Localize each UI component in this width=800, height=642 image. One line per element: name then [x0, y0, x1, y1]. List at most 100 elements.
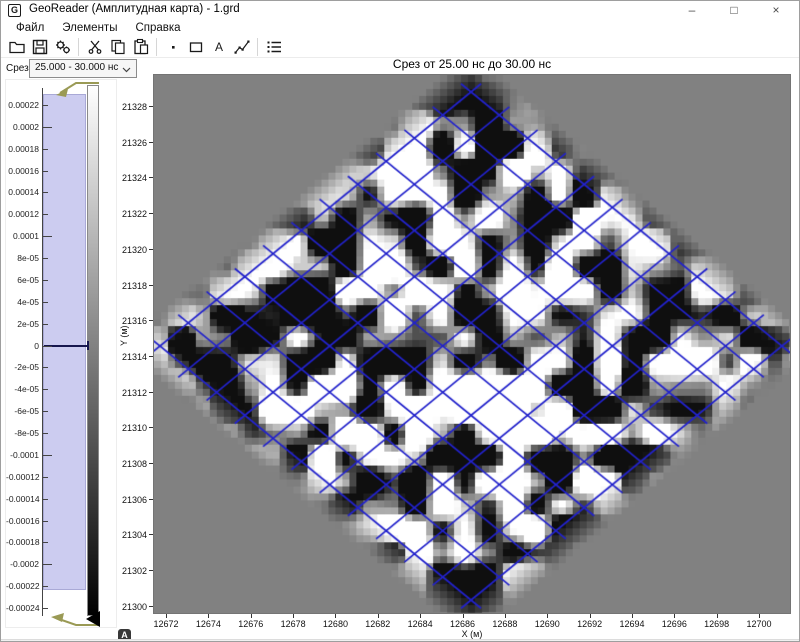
colorbar-tick-mark — [43, 564, 52, 565]
colorbar-tick-label: 4e-05 — [6, 297, 39, 307]
x-tick-mark — [378, 614, 379, 618]
colorbar-tick-label: -0.00018 — [6, 537, 39, 547]
x-tick-mark — [547, 614, 548, 618]
copy-icon — [109, 38, 127, 56]
open-folder-icon — [8, 38, 26, 56]
y-tick-label: 21310 — [113, 423, 147, 433]
x-tick-label: 12700 — [739, 619, 779, 629]
colorbar-tick-mark — [43, 411, 48, 412]
min-marker-arrow-icon — [56, 618, 98, 625]
y-tick-mark — [149, 213, 153, 214]
colorbar-tick-label: -4e-05 — [6, 384, 39, 394]
colorbar-tick-label: 0.00012 — [6, 209, 39, 219]
toolbar-button-list-view[interactable] — [262, 37, 285, 58]
colorbar-tick-label: -0.00014 — [6, 494, 39, 504]
menu-item-help[interactable]: Справка — [126, 21, 189, 35]
x-tick-label: 12674 — [188, 619, 228, 629]
y-tick-label: 21322 — [113, 209, 147, 219]
toolbar-button-rectangle-tool[interactable] — [184, 37, 207, 58]
colorbar-tick-mark — [43, 455, 52, 456]
app-window: G GeoReader (Амплитудная карта) - 1.grd … — [0, 0, 800, 642]
toolbar-button-cut-scissors[interactable] — [83, 37, 106, 58]
toolbar-button-save[interactable] — [28, 37, 51, 58]
text-tool-icon: A — [210, 38, 228, 56]
toolbar-button-open-folder[interactable] — [5, 37, 28, 58]
slice-combobox-value: 25.000 - 30.000 нс — [35, 62, 118, 73]
y-tick-mark — [149, 463, 153, 464]
x-tick-mark — [759, 614, 760, 618]
y-tick-label: 21300 — [113, 602, 147, 612]
colorbar-tick-mark — [43, 171, 48, 172]
list-view-icon — [265, 38, 283, 56]
x-tick-label: 12690 — [527, 619, 567, 629]
toolbar: A — [1, 36, 799, 58]
histogram-zero-spike-end — [87, 341, 89, 350]
y-tick-label: 21326 — [113, 138, 147, 148]
svg-text:A: A — [214, 40, 222, 54]
close-button[interactable]: × — [755, 1, 797, 21]
maximize-button[interactable]: □ — [713, 1, 755, 21]
amplitude-map-canvas[interactable] — [153, 74, 791, 614]
toolbar-button-paste[interactable] — [129, 37, 152, 58]
menu-item-file[interactable]: Файл — [7, 21, 53, 35]
toolbar-button-copy[interactable] — [106, 37, 129, 58]
colorbar-tick-mark — [43, 499, 48, 500]
x-tick-mark — [166, 614, 167, 618]
y-tick-mark — [149, 606, 153, 607]
y-tick-mark — [149, 142, 153, 143]
colorbar-tick-label: -0.00024 — [6, 603, 39, 613]
histogram-area — [43, 94, 86, 590]
colorbar-tick-label: 0.00018 — [6, 144, 39, 154]
x-tick-mark — [420, 614, 421, 618]
colorbar-tick-mark — [43, 608, 48, 609]
x-tick-mark — [717, 614, 718, 618]
x-tick-label: 12686 — [443, 619, 483, 629]
colorbar-tick-label: -8e-05 — [6, 428, 39, 438]
colorbar-tick-label: 2e-05 — [6, 319, 39, 329]
settings-gears-icon — [54, 38, 72, 56]
x-tick-label: 12676 — [231, 619, 271, 629]
y-tick-mark — [149, 534, 153, 535]
y-tick-mark — [149, 249, 153, 250]
x-tick-label: 12698 — [697, 619, 737, 629]
app-icon: G — [8, 4, 21, 17]
colorbar-tick-label: 0 — [6, 341, 39, 351]
colorbar-tick-label: 0.0001 — [6, 231, 39, 241]
colorbar-panel: 0.000220.00020.000180.000160.000140.0001… — [5, 79, 117, 628]
x-tick-mark — [251, 614, 252, 618]
plot-title: Срез от 25.00 нс до 30.00 нс — [153, 57, 791, 71]
x-tick-mark — [505, 614, 506, 618]
toolbar-button-settings-gears[interactable] — [51, 37, 74, 58]
colorbar-tick-mark — [43, 105, 48, 106]
x-tick-label: 12678 — [273, 619, 313, 629]
y-tick-label: 21306 — [113, 495, 147, 505]
x-tick-label: 12672 — [146, 619, 186, 629]
y-tick-mark — [149, 570, 153, 571]
colorbar-tick-label: 0.00016 — [6, 166, 39, 176]
x-tick-label: 12692 — [570, 619, 610, 629]
y-tick-mark — [149, 356, 153, 357]
colorbar-tick-label: -0.00022 — [6, 581, 39, 591]
colorbar-tick-mark — [43, 149, 48, 150]
x-axis-label: X (м) — [153, 629, 791, 639]
colorbar-axis-line — [42, 88, 43, 616]
toolbar-button-polyline-tool[interactable] — [230, 37, 253, 58]
minimize-button[interactable]: – — [671, 1, 713, 21]
slice-combobox[interactable]: 25.000 - 30.000 нс — [29, 59, 137, 78]
toolbar-button-text-tool[interactable]: A — [207, 37, 230, 58]
colorbar-tick-label: -0.00016 — [6, 516, 39, 526]
y-tick-label: 21314 — [113, 352, 147, 362]
cut-scissors-icon — [86, 38, 104, 56]
y-tick-mark — [149, 499, 153, 500]
colorbar-tick-mark — [43, 214, 48, 215]
window-controls: – □ × — [671, 1, 797, 21]
toolbar-button-point-tool[interactable] — [161, 37, 184, 58]
menu-item-elements[interactable]: Элементы — [53, 21, 126, 35]
y-tick-mark — [149, 285, 153, 286]
y-tick-mark — [149, 106, 153, 107]
colorbar-tick-mark — [43, 280, 48, 281]
colorbar-tick-label: 8e-05 — [6, 253, 39, 263]
colorbar-tick-mark — [43, 367, 48, 368]
y-tick-label: 21302 — [113, 566, 147, 576]
y-tick-label: 21324 — [113, 173, 147, 183]
